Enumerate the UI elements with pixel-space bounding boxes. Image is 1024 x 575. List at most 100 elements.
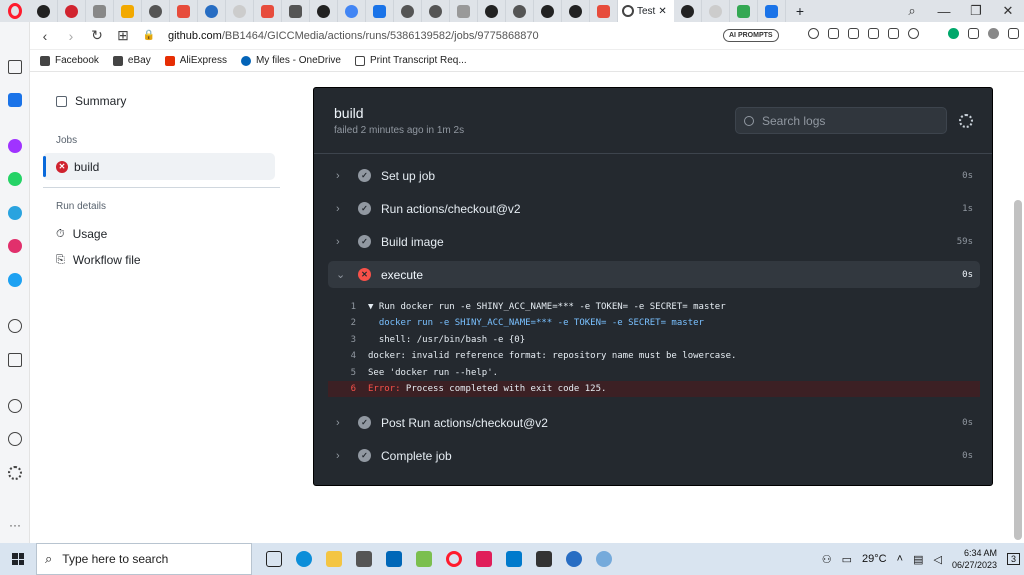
tab-notes-icon[interactable] bbox=[114, 0, 142, 22]
windows-start-icon[interactable] bbox=[0, 553, 36, 565]
tab-github-icon-6[interactable] bbox=[674, 0, 702, 22]
send-page-icon[interactable] bbox=[888, 28, 899, 39]
opera-taskbar-icon[interactable] bbox=[446, 551, 462, 567]
step-checkout[interactable]: › ✓ Run actions/checkout@v2 1s bbox=[328, 195, 980, 222]
profile-icon[interactable] bbox=[988, 28, 999, 39]
download-icon[interactable] bbox=[1008, 28, 1019, 39]
rstudio-icon[interactable] bbox=[596, 551, 612, 567]
network-icon[interactable]: ▤ bbox=[913, 553, 923, 566]
r-icon[interactable] bbox=[566, 551, 582, 567]
reload-icon[interactable]: ↻ bbox=[90, 27, 104, 44]
close-tab-icon[interactable]: ✕ bbox=[658, 6, 666, 17]
log-line[interactable]: 2 docker run -e SHINY_ACC_NAME=*** -e TO… bbox=[328, 315, 980, 331]
tab-generic-icon-4[interactable] bbox=[506, 0, 534, 22]
app-icon[interactable] bbox=[536, 551, 552, 567]
task-view-icon[interactable] bbox=[266, 551, 282, 567]
extension-cube-icon[interactable] bbox=[968, 28, 979, 39]
summary-link[interactable]: Summary bbox=[56, 94, 126, 108]
people-icon[interactable]: ⚇ bbox=[822, 553, 832, 566]
twitter-icon[interactable] bbox=[8, 273, 22, 287]
tab-generic-icon[interactable] bbox=[142, 0, 170, 22]
ai-prompts-button[interactable]: AI PROMPTS bbox=[723, 29, 779, 42]
tab-github-icon-4[interactable] bbox=[534, 0, 562, 22]
tab-google-icon[interactable] bbox=[730, 0, 758, 22]
file-explorer-icon[interactable] bbox=[326, 551, 342, 567]
maximize-icon[interactable]: ❐ bbox=[960, 3, 992, 19]
temperature[interactable]: 29°C bbox=[862, 553, 887, 565]
bookmark-heart-icon[interactable] bbox=[908, 28, 919, 39]
weather-icon[interactable]: ▭ bbox=[842, 553, 852, 566]
notepad-icon[interactable] bbox=[416, 551, 432, 567]
log-line[interactable]: 3 shell: /usr/bin/bash -e {0} bbox=[328, 332, 980, 348]
tab-nr-icon-2[interactable] bbox=[702, 0, 730, 22]
back-icon[interactable]: ‹ bbox=[38, 28, 52, 44]
active-tab[interactable]: Test ✕ bbox=[618, 0, 674, 22]
taskbar-search-input[interactable]: ⌕ Type here to search bbox=[36, 543, 252, 575]
usage-link[interactable]: ⏱ Usage bbox=[56, 227, 107, 241]
notification-icon[interactable]: 3 bbox=[1006, 553, 1020, 565]
tab-grid-icon[interactable]: ⊞ bbox=[116, 27, 130, 44]
send-icon[interactable] bbox=[8, 353, 22, 367]
search-logs-input[interactable]: Search logs bbox=[735, 107, 947, 134]
page-scrollbar[interactable] bbox=[1014, 200, 1022, 540]
minimize-icon[interactable]: — bbox=[928, 4, 960, 19]
vscode-icon[interactable] bbox=[506, 551, 522, 567]
step-execute[interactable]: ⌄ ✕ execute 0s bbox=[328, 261, 980, 288]
tab-github-icon-3[interactable] bbox=[478, 0, 506, 22]
heart-icon[interactable] bbox=[8, 399, 22, 413]
bookmark-facebook[interactable]: Facebook bbox=[40, 55, 99, 66]
workflow-file-link[interactable]: ⎘ Workflow file bbox=[56, 253, 141, 267]
log-line[interactable]: 5 See 'docker run --help'. bbox=[328, 365, 980, 381]
reader-icon[interactable] bbox=[868, 28, 879, 39]
tab-edit-icon[interactable] bbox=[86, 0, 114, 22]
slack-icon[interactable] bbox=[476, 551, 492, 567]
messenger-icon[interactable] bbox=[8, 139, 22, 153]
search-tabs-icon[interactable]: ⌕ bbox=[896, 3, 928, 19]
search-page-icon[interactable] bbox=[808, 28, 819, 39]
url-field[interactable]: github.com/BB1464/GICCMedia/actions/runs… bbox=[168, 30, 539, 42]
extension-a-icon[interactable] bbox=[948, 28, 959, 39]
tab-w-icon-3[interactable] bbox=[590, 0, 618, 22]
volume-icon[interactable]: ◁ bbox=[933, 553, 941, 566]
tab-generic-icon-3[interactable] bbox=[422, 0, 450, 22]
camera-icon[interactable] bbox=[848, 28, 859, 39]
gear-icon[interactable] bbox=[959, 114, 973, 128]
new-tab-icon[interactable]: + bbox=[786, 0, 814, 22]
log-line-error[interactable]: 6 Error: Process completed with exit cod… bbox=[328, 381, 980, 397]
history-icon[interactable] bbox=[8, 432, 22, 446]
tab-alert-icon[interactable] bbox=[58, 0, 86, 22]
tab-pin-icon[interactable] bbox=[366, 0, 394, 22]
log-line[interactable]: 4 docker: invalid reference format: repo… bbox=[328, 348, 980, 364]
step-build-image[interactable]: › ✓ Build image 59s bbox=[328, 228, 980, 255]
job-build-item[interactable]: ✕ build bbox=[43, 153, 275, 180]
speed-dial-icon[interactable] bbox=[8, 93, 22, 107]
tab-github-icon[interactable] bbox=[30, 0, 58, 22]
tab-generic-icon-2[interactable] bbox=[394, 0, 422, 22]
log-line[interactable]: 1 ▼ Run docker run -e SHINY_ACC_NAME=***… bbox=[328, 299, 980, 315]
translate-icon[interactable] bbox=[828, 28, 839, 39]
whatsapp-icon[interactable] bbox=[8, 172, 22, 186]
tab-page-icon[interactable] bbox=[282, 0, 310, 22]
tab-r-icon[interactable] bbox=[198, 0, 226, 22]
bookmark-ebay[interactable]: eBay bbox=[112, 55, 151, 66]
bookmark-aliexpress[interactable]: AliExpress bbox=[164, 55, 227, 66]
player-icon[interactable] bbox=[8, 319, 22, 333]
tab-chrome-icon[interactable] bbox=[338, 0, 366, 22]
tab-cast-icon[interactable] bbox=[758, 0, 786, 22]
tab-nr-icon[interactable] bbox=[226, 0, 254, 22]
tab-github-icon-5[interactable] bbox=[562, 0, 590, 22]
mail-icon[interactable] bbox=[386, 551, 402, 567]
bookmark-print-transcript[interactable]: Print Transcript Req... bbox=[354, 55, 467, 66]
camera-app-icon[interactable] bbox=[356, 551, 372, 567]
tab-r-icon-2[interactable] bbox=[450, 0, 478, 22]
clock[interactable]: 6:34 AM 06/27/2023 bbox=[952, 547, 997, 571]
opera-logo-icon[interactable] bbox=[0, 0, 30, 22]
home-icon[interactable] bbox=[8, 60, 22, 74]
step-complete-job[interactable]: › ✓ Complete job 0s bbox=[328, 442, 980, 469]
edge-icon[interactable] bbox=[296, 551, 312, 567]
tab-w-icon[interactable] bbox=[170, 0, 198, 22]
step-set-up-job[interactable]: › ✓ Set up job 0s bbox=[328, 162, 980, 189]
step-post-checkout[interactable]: › ✓ Post Run actions/checkout@v2 0s bbox=[328, 409, 980, 436]
close-window-icon[interactable]: ✕ bbox=[992, 3, 1024, 19]
chevron-up-icon[interactable]: ˄ bbox=[897, 553, 903, 565]
